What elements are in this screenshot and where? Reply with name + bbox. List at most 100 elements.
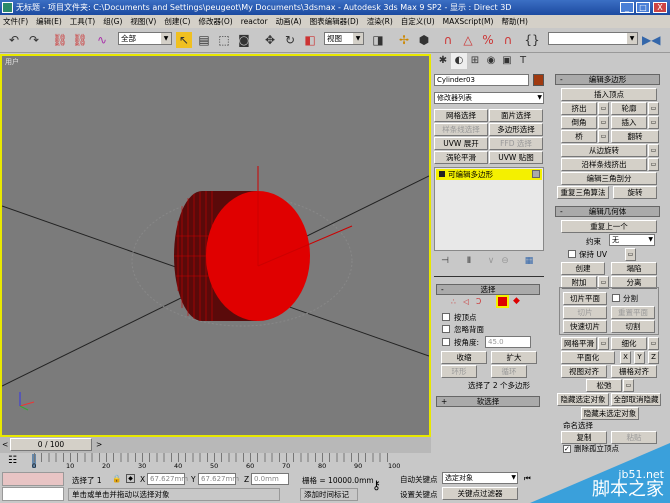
repeat-last-button[interactable]: 重复上一个	[561, 220, 657, 233]
edit-geometry-rollout-header[interactable]: - 编辑几何体	[555, 206, 660, 217]
ring-button[interactable]: 环形	[441, 365, 477, 378]
uvw-unwrap-button[interactable]: UVW 展开	[434, 137, 488, 150]
reset-plane-button[interactable]: 重置平面	[611, 306, 655, 319]
by-vertex-checkbox[interactable]	[442, 313, 450, 321]
object-name-input[interactable]: Cylinder03	[434, 74, 529, 86]
remove-modifier-icon[interactable]: ⊖	[497, 253, 513, 269]
add-time-tag-button[interactable]: 添加时间标记	[300, 488, 358, 501]
menu-reactor[interactable]: reactor	[241, 15, 268, 28]
outline-button[interactable]: 轮廓	[611, 102, 647, 115]
border-mode-icon[interactable]: Ↄ	[476, 297, 481, 306]
polygon-mode-icon[interactable]	[496, 295, 509, 308]
tessellate-button[interactable]: 细化	[611, 337, 647, 350]
bevel-button[interactable]: 倒角	[561, 116, 597, 129]
menu-help[interactable]: 帮助(H)	[501, 15, 528, 28]
settings-icon[interactable]: ▭	[625, 248, 636, 261]
vertex-mode-icon[interactable]: ∴	[451, 297, 456, 306]
set-key-button[interactable]: 设置关键点	[400, 489, 438, 500]
undo-icon[interactable]: ↶	[6, 32, 22, 48]
settings-icon[interactable]: ▭	[598, 130, 609, 143]
menu-modifiers[interactable]: 修改器(O)	[198, 15, 232, 28]
mesh-select-button[interactable]: 网格选择	[434, 109, 488, 122]
select-object-icon[interactable]: ↖	[176, 32, 192, 48]
preserve-uv-checkbox[interactable]	[568, 250, 576, 258]
flip-button[interactable]: 翻转	[611, 130, 659, 143]
create-tab-icon[interactable]: ✱	[435, 53, 451, 69]
selection-rollout-header[interactable]: - 选择	[436, 284, 540, 295]
delete-isolated-checkbox[interactable]: ✓	[563, 445, 571, 453]
settings-icon[interactable]: ▭	[598, 116, 609, 129]
close-button[interactable]: X	[653, 2, 667, 13]
prev-frame-icon[interactable]: <	[2, 440, 8, 449]
goto-start-icon[interactable]: ⏮	[524, 474, 531, 484]
menu-views[interactable]: 视图(V)	[130, 15, 156, 28]
settings-icon[interactable]: ▭	[648, 337, 659, 350]
slice-plane-button[interactable]: 切片平面	[563, 292, 607, 305]
lock-selection-icon[interactable]: 🔒	[112, 474, 121, 483]
grow-button[interactable]: 扩大	[491, 351, 537, 364]
ignore-backfacing-checkbox[interactable]	[442, 325, 450, 333]
settings-icon[interactable]: ▭	[598, 337, 609, 350]
turbosmooth-button[interactable]: 涡轮平滑	[434, 151, 488, 164]
menu-rendering[interactable]: 渲染(R)	[367, 15, 393, 28]
manipulate-icon[interactable]: ✢	[396, 32, 412, 48]
keyboard-shortcut-icon[interactable]: ⬢	[416, 32, 432, 48]
pin-stack-icon[interactable]: ⊣	[437, 253, 453, 269]
selection-filter-dropdown[interactable]: 全部 ▼	[118, 32, 172, 45]
hinge-from-edge-button[interactable]: 从边旋转	[561, 144, 647, 157]
settings-icon[interactable]: ▭	[648, 144, 659, 157]
maxscript-listener-mini[interactable]	[2, 472, 64, 486]
scale-icon[interactable]: ◧	[302, 32, 318, 48]
window-crossing-icon[interactable]: ◙	[236, 32, 252, 48]
hierarchy-tab-icon[interactable]: ⊞	[467, 53, 483, 69]
retriangulate-button[interactable]: 重复三角算法	[557, 186, 609, 199]
hide-selected-button[interactable]: 隐藏选定对象	[557, 393, 609, 406]
time-slider-track[interactable]: < 0 / 100 >	[0, 437, 431, 453]
stack-item-editable-poly[interactable]: 可编辑多边形	[436, 169, 542, 180]
spinner-snap-icon[interactable]: ∩	[500, 32, 516, 48]
planar-y-button[interactable]: Y	[634, 351, 645, 364]
shrink-button[interactable]: 收缩	[441, 351, 487, 364]
settings-icon[interactable]: ▭	[648, 102, 659, 115]
extrude-along-spline-button[interactable]: 沿样条线挤出	[561, 158, 647, 171]
rect-selection-icon[interactable]: ⬚	[216, 32, 232, 48]
settings-icon[interactable]: ▭	[648, 158, 659, 171]
menu-maxscript[interactable]: MAXScript(M)	[443, 15, 494, 28]
menu-file[interactable]: 文件(F)	[3, 15, 28, 28]
expand-icon[interactable]	[439, 171, 445, 177]
menu-create[interactable]: 创建(C)	[164, 15, 190, 28]
planar-x-button[interactable]: X	[620, 351, 631, 364]
stack-toggle-icon[interactable]	[532, 170, 540, 178]
display-tab-icon[interactable]: ▣	[499, 53, 515, 69]
edit-triangulation-button[interactable]: 编辑三角剖分	[561, 172, 657, 185]
auto-key-button[interactable]: 自动关键点	[400, 474, 438, 485]
split-checkbox[interactable]	[612, 294, 620, 302]
unlink-icon[interactable]: ⛓	[72, 32, 88, 48]
grid-align-button[interactable]: 栅格对齐	[611, 365, 657, 378]
mini-curve-editor-icon[interactable]: ☷	[8, 455, 17, 466]
create-button[interactable]: 创建	[561, 262, 605, 275]
element-mode-icon[interactable]: ◆	[513, 296, 520, 306]
bridge-button[interactable]: 桥	[561, 130, 597, 143]
mirror-icon[interactable]: ▶◀	[642, 32, 660, 48]
poly-select-button[interactable]: 多边形选择	[489, 123, 543, 136]
show-end-result-icon[interactable]: Ⅱ	[461, 253, 477, 269]
menu-graph-editors[interactable]: 图表编辑器(D)	[310, 15, 359, 28]
edge-mode-icon[interactable]: ◁	[463, 297, 469, 306]
menu-animation[interactable]: 动画(A)	[276, 15, 302, 28]
constraint-dropdown[interactable]: 无 ▼	[609, 234, 655, 246]
slice-button[interactable]: 切片	[563, 306, 607, 319]
menu-customize[interactable]: 自定义(U)	[401, 15, 435, 28]
next-frame-icon[interactable]: >	[96, 440, 102, 449]
link-icon[interactable]: ⛓	[52, 32, 68, 48]
maxscript-input[interactable]	[2, 487, 64, 501]
patch-select-button[interactable]: 面片选择	[489, 109, 543, 122]
angle-snap-icon[interactable]: △	[460, 32, 476, 48]
menu-edit[interactable]: 编辑(E)	[36, 15, 62, 28]
make-planar-button[interactable]: 平面化	[561, 351, 615, 364]
rotate-icon[interactable]: ↻	[282, 32, 298, 48]
meshsmooth-button[interactable]: 网格平滑	[561, 337, 597, 350]
inset-button[interactable]: 插入	[611, 116, 647, 129]
z-coord-field[interactable]: 0.0mm	[251, 473, 289, 485]
motion-tab-icon[interactable]: ◉	[483, 53, 499, 69]
